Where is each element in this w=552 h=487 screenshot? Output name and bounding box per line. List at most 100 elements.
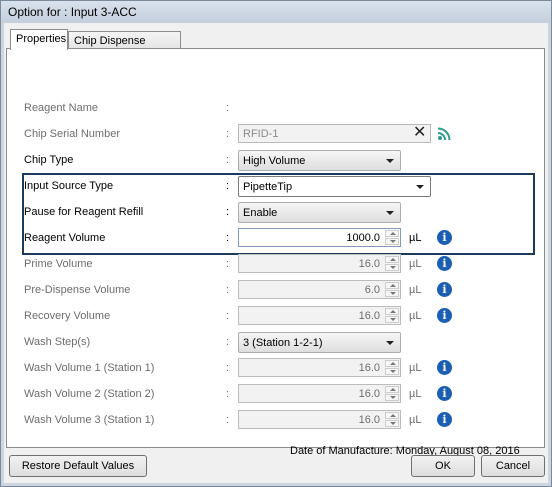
pause-for-reagent-refill-label: Pause for Reagent Refill [24, 206, 144, 218]
pre-dispense-volume-value: 6.0 [364, 284, 380, 296]
wash-volume-3-stepper[interactable]: 16.0 [238, 410, 401, 429]
ok-button[interactable]: OK [411, 455, 475, 477]
wash-volume-3-unit: µL [409, 414, 422, 426]
wash-volume-1-value: 16.0 [358, 362, 380, 374]
chip-type-value: High Volume [243, 155, 306, 167]
pre-dispense-volume-stepper[interactable]: 6.0 [238, 280, 401, 299]
info-icon[interactable]: i [437, 308, 452, 323]
pause-for-reagent-refill-dropdown[interactable]: Enable [238, 202, 401, 223]
wash-steps-value: 3 (Station 1-2-1) [243, 337, 323, 349]
pre-dispense-volume-label: Pre-Dispense Volume [24, 284, 131, 296]
input-source-type-value: PipetteTip [243, 181, 293, 193]
spin-up-button[interactable] [385, 282, 399, 289]
chip-serial-number-field[interactable]: RFID-1 ✕ [238, 124, 431, 143]
spin-buttons[interactable] [385, 256, 399, 271]
wash-steps-dropdown[interactable]: 3 (Station 1-2-1) [238, 332, 401, 353]
wash-volume-2-unit: µL [409, 388, 422, 400]
wash-volume-3-label: Wash Volume 3 (Station 1) [24, 414, 155, 426]
chevron-down-icon [386, 341, 394, 345]
chip-type-label: Chip Type [24, 154, 74, 166]
rss-icon[interactable] [437, 127, 451, 141]
colon: : [226, 310, 230, 322]
chip-serial-number-value: RFID-1 [243, 128, 279, 140]
spin-down-button[interactable] [385, 394, 399, 401]
wash-volume-1-label: Wash Volume 1 (Station 1) [24, 362, 155, 374]
reagent-volume-label: Reagent Volume [24, 232, 106, 244]
properties-panel: Reagent Name : Chip Serial Number : RFID… [6, 48, 545, 457]
recovery-volume-unit: µL [409, 310, 422, 322]
info-icon[interactable]: i [437, 256, 452, 271]
recovery-volume-stepper[interactable]: 16.0 [238, 306, 401, 325]
reagent-volume-stepper[interactable]: 1000.0 [238, 228, 401, 247]
spin-up-button[interactable] [385, 360, 399, 367]
cancel-button[interactable]: Cancel [481, 455, 545, 477]
spin-buttons[interactable] [385, 386, 399, 401]
tab-properties-label: Properties [16, 33, 67, 45]
spin-down-button[interactable] [385, 368, 399, 375]
chevron-down-icon [386, 159, 394, 163]
colon: : [226, 180, 230, 192]
prime-volume-value: 16.0 [358, 258, 380, 270]
info-icon[interactable]: i [437, 386, 452, 401]
info-icon[interactable]: i [437, 282, 452, 297]
colon: : [226, 388, 230, 400]
spin-buttons[interactable] [385, 282, 399, 297]
reagent-volume-unit: µL [409, 232, 422, 244]
spin-buttons[interactable] [385, 412, 399, 427]
prime-volume-stepper[interactable]: 16.0 [238, 254, 401, 273]
chevron-down-icon [386, 211, 394, 215]
restore-default-values-button[interactable]: Restore Default Values [9, 455, 147, 477]
reagent-volume-value: 1000.0 [346, 232, 380, 244]
info-icon[interactable]: i [437, 230, 452, 245]
spin-down-button[interactable] [385, 420, 399, 427]
wash-volume-2-label: Wash Volume 2 (Station 2) [24, 388, 155, 400]
spin-buttons[interactable] [385, 360, 399, 375]
info-icon[interactable]: i [437, 412, 452, 427]
chevron-down-icon [416, 185, 424, 189]
wash-volume-2-stepper[interactable]: 16.0 [238, 384, 401, 403]
colon: : [226, 258, 230, 270]
title-bar: Option for : Input 3-ACC [1, 1, 551, 23]
input-source-type-label: Input Source Type [24, 180, 114, 192]
wash-steps-label: Wash Step(s) [24, 336, 91, 348]
colon: : [226, 336, 230, 348]
prime-volume-label: Prime Volume [24, 258, 93, 270]
spin-up-button[interactable] [385, 386, 399, 393]
spin-buttons[interactable] [385, 308, 399, 323]
colon: : [226, 128, 230, 140]
reagent-name-label: Reagent Name [24, 102, 98, 114]
spin-down-button[interactable] [385, 316, 399, 323]
tab-properties[interactable]: Properties [10, 29, 68, 50]
colon: : [226, 362, 230, 374]
close-icon[interactable]: ✕ [413, 125, 426, 141]
dialog-window: Option for : Input 3-ACC Properties Chip… [0, 0, 552, 487]
recovery-volume-value: 16.0 [358, 310, 380, 322]
window-title: Option for : Input 3-ACC [8, 5, 137, 19]
wash-volume-1-unit: µL [409, 362, 422, 374]
pause-for-reagent-refill-value: Enable [243, 207, 278, 219]
info-icon[interactable]: i [437, 360, 452, 375]
prime-volume-unit: µL [409, 258, 422, 270]
colon: : [226, 102, 230, 114]
spin-up-button[interactable] [385, 230, 399, 237]
colon: : [226, 414, 230, 426]
colon: : [226, 284, 230, 296]
spin-buttons[interactable] [385, 230, 399, 245]
spin-up-button[interactable] [385, 256, 399, 263]
recovery-volume-label: Recovery Volume [24, 310, 111, 322]
colon: : [226, 232, 230, 244]
wash-volume-2-value: 16.0 [358, 388, 380, 400]
colon: : [226, 154, 230, 166]
dialog-client: Properties Chip Dispense History Reagent… [4, 23, 548, 483]
colon: : [226, 206, 230, 218]
spin-down-button[interactable] [385, 290, 399, 297]
chip-serial-number-label: Chip Serial Number [24, 128, 120, 140]
wash-volume-3-value: 16.0 [358, 414, 380, 426]
wash-volume-1-stepper[interactable]: 16.0 [238, 358, 401, 377]
spin-up-button[interactable] [385, 308, 399, 315]
spin-down-button[interactable] [385, 264, 399, 271]
input-source-type-dropdown[interactable]: PipetteTip [238, 176, 431, 197]
spin-up-button[interactable] [385, 412, 399, 419]
chip-type-dropdown[interactable]: High Volume [238, 150, 401, 171]
spin-down-button[interactable] [385, 238, 399, 245]
